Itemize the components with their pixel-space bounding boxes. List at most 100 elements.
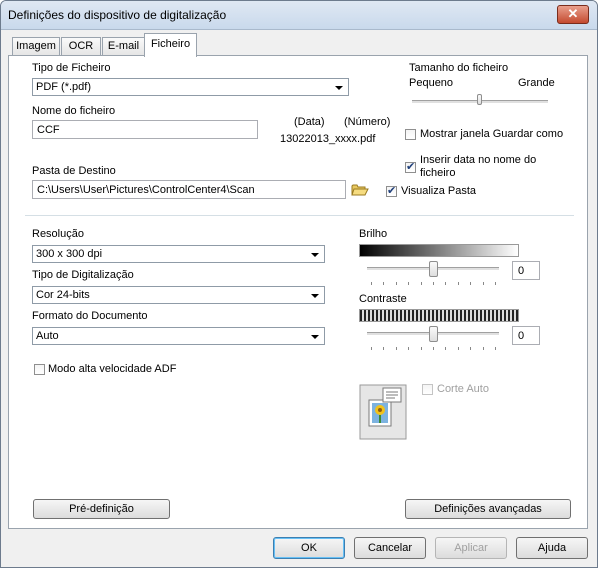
window-title: Definições do dispositivo de digitalizaç… bbox=[8, 8, 227, 22]
tab-ficheiro[interactable]: Ficheiro bbox=[144, 33, 197, 57]
file-type-value: PDF (*.pdf) bbox=[36, 81, 92, 93]
contrast-value: 0 bbox=[518, 330, 525, 342]
insert-date-label: Inserir data no nome do ficheiro bbox=[420, 154, 537, 179]
ok-button-label: OK bbox=[301, 542, 317, 554]
slider-tick bbox=[445, 347, 447, 350]
ok-button[interactable]: OK bbox=[273, 537, 345, 559]
contrast-slider-thumb[interactable] bbox=[429, 326, 438, 342]
folder-open-icon bbox=[351, 184, 369, 196]
preset-button[interactable]: Pré-definição bbox=[33, 499, 170, 519]
number-label: (Número) bbox=[344, 116, 391, 128]
dest-folder-input[interactable]: C:\Users\User\Pictures\ControlCenter4\Sc… bbox=[32, 180, 346, 199]
resolution-value: 300 x 300 dpi bbox=[36, 248, 103, 260]
file-name-input[interactable]: CCF bbox=[32, 120, 258, 139]
auto-crop-label: Corte Auto bbox=[437, 383, 489, 395]
brightness-value: 0 bbox=[518, 265, 525, 277]
cancel-button-label: Cancelar bbox=[367, 542, 413, 554]
title-bar[interactable]: Definições do dispositivo de digitalizaç… bbox=[1, 1, 597, 30]
slider-tick bbox=[495, 282, 496, 285]
preset-button-label: Pré-definição bbox=[69, 503, 134, 515]
tab-label: OCR bbox=[68, 40, 94, 52]
scan-settings-dialog: Definições do dispositivo de digitalizaç… bbox=[0, 0, 598, 568]
chevron-down-icon bbox=[335, 86, 343, 90]
scan-type-value: Cor 24-bits bbox=[36, 289, 90, 301]
dest-folder-value: C:\Users\User\Pictures\ControlCenter4\Sc… bbox=[37, 184, 255, 196]
tab-label: Ficheiro bbox=[150, 38, 191, 50]
contrast-value-field[interactable]: 0 bbox=[512, 326, 540, 345]
doc-size-value: Auto bbox=[36, 330, 59, 342]
tab-ocr[interactable]: OCR bbox=[61, 37, 101, 56]
tab-label: Imagem bbox=[16, 40, 56, 52]
brightness-label: Brilho bbox=[359, 228, 388, 240]
slider-tick bbox=[395, 347, 397, 350]
slider-tick bbox=[383, 282, 385, 285]
slider-tick bbox=[371, 347, 372, 350]
help-button[interactable]: Ajuda bbox=[516, 537, 588, 559]
show-folder-label: Visualiza Pasta bbox=[401, 185, 477, 197]
cancel-button[interactable]: Cancelar bbox=[354, 537, 426, 559]
show-save-as-checkbox[interactable] bbox=[405, 129, 416, 140]
slider-tick bbox=[371, 282, 372, 285]
file-size-slider-thumb[interactable] bbox=[477, 94, 482, 105]
chevron-down-icon bbox=[311, 335, 319, 339]
advanced-settings-label: Definições avançadas bbox=[434, 503, 542, 515]
slider-tick bbox=[457, 347, 459, 350]
contrast-label: Contraste bbox=[359, 293, 407, 305]
close-button[interactable]: ✕ bbox=[557, 5, 589, 24]
slider-tick bbox=[495, 347, 496, 350]
apply-button-label: Aplicar bbox=[454, 542, 488, 554]
close-icon: ✕ bbox=[567, 6, 579, 21]
insert-date-checkbox[interactable] bbox=[405, 160, 416, 173]
slider-tick bbox=[433, 347, 434, 350]
brightness-slider-thumb[interactable] bbox=[429, 261, 438, 277]
slider-tick bbox=[470, 347, 472, 350]
slider-tick bbox=[408, 282, 410, 285]
scan-type-label: Tipo de Digitalização bbox=[32, 269, 134, 281]
date-label: (Data) bbox=[294, 116, 325, 128]
slider-tick bbox=[482, 282, 484, 285]
slider-tick bbox=[383, 347, 385, 350]
show-folder-checkbox[interactable] bbox=[386, 184, 397, 197]
auto-crop-checkbox[interactable] bbox=[422, 384, 433, 395]
doc-size-select[interactable]: Auto bbox=[32, 327, 325, 345]
tab-imagem[interactable]: Imagem bbox=[12, 37, 60, 56]
file-size-label: Tamanho do ficheiro bbox=[409, 62, 509, 74]
tab-email[interactable]: E-mail bbox=[102, 37, 145, 56]
slider-tick bbox=[482, 347, 484, 350]
slider-tick bbox=[470, 282, 472, 285]
file-name-label: Nome do ficheiro bbox=[32, 105, 116, 117]
slider-tick bbox=[433, 282, 434, 285]
scan-type-select[interactable]: Cor 24-bits bbox=[32, 286, 325, 304]
slider-tick bbox=[420, 347, 422, 350]
brightness-gradient bbox=[359, 244, 519, 257]
tab-panel: Tipo de Ficheiro PDF (*.pdf) Tamanho do … bbox=[8, 55, 588, 529]
auto-crop-icon bbox=[359, 384, 407, 440]
resolution-select[interactable]: 300 x 300 dpi bbox=[32, 245, 325, 263]
advanced-settings-button[interactable]: Definições avançadas bbox=[405, 499, 571, 519]
browse-folder-button[interactable] bbox=[350, 181, 370, 198]
slider-tick bbox=[408, 347, 410, 350]
file-size-small-label: Pequeno bbox=[409, 77, 454, 89]
file-type-select[interactable]: PDF (*.pdf) bbox=[32, 78, 349, 96]
contrast-pattern bbox=[359, 309, 519, 322]
tab-label: E-mail bbox=[107, 40, 140, 52]
dest-folder-label: Pasta de Destino bbox=[32, 165, 116, 177]
apply-button[interactable]: Aplicar bbox=[435, 537, 507, 559]
slider-tick bbox=[420, 282, 422, 285]
slider-tick bbox=[457, 282, 459, 285]
file-name-value: CCF bbox=[37, 124, 60, 136]
brightness-value-field[interactable]: 0 bbox=[512, 261, 540, 280]
adf-high-speed-checkbox[interactable] bbox=[34, 364, 45, 375]
help-button-label: Ajuda bbox=[537, 542, 567, 554]
doc-size-label: Formato do Documento bbox=[32, 310, 148, 322]
adf-high-speed-label: Modo alta velocidade ADF bbox=[48, 363, 177, 375]
resolution-label: Resolução bbox=[32, 228, 84, 240]
slider-tick bbox=[445, 282, 447, 285]
filename-example: 13022013_xxxx.pdf bbox=[280, 133, 376, 145]
divider bbox=[25, 215, 574, 217]
slider-tick bbox=[395, 282, 397, 285]
file-type-label: Tipo de Ficheiro bbox=[32, 62, 111, 74]
chevron-down-icon bbox=[311, 294, 319, 298]
chevron-down-icon bbox=[311, 253, 319, 257]
file-size-large-label: Grande bbox=[518, 77, 555, 89]
